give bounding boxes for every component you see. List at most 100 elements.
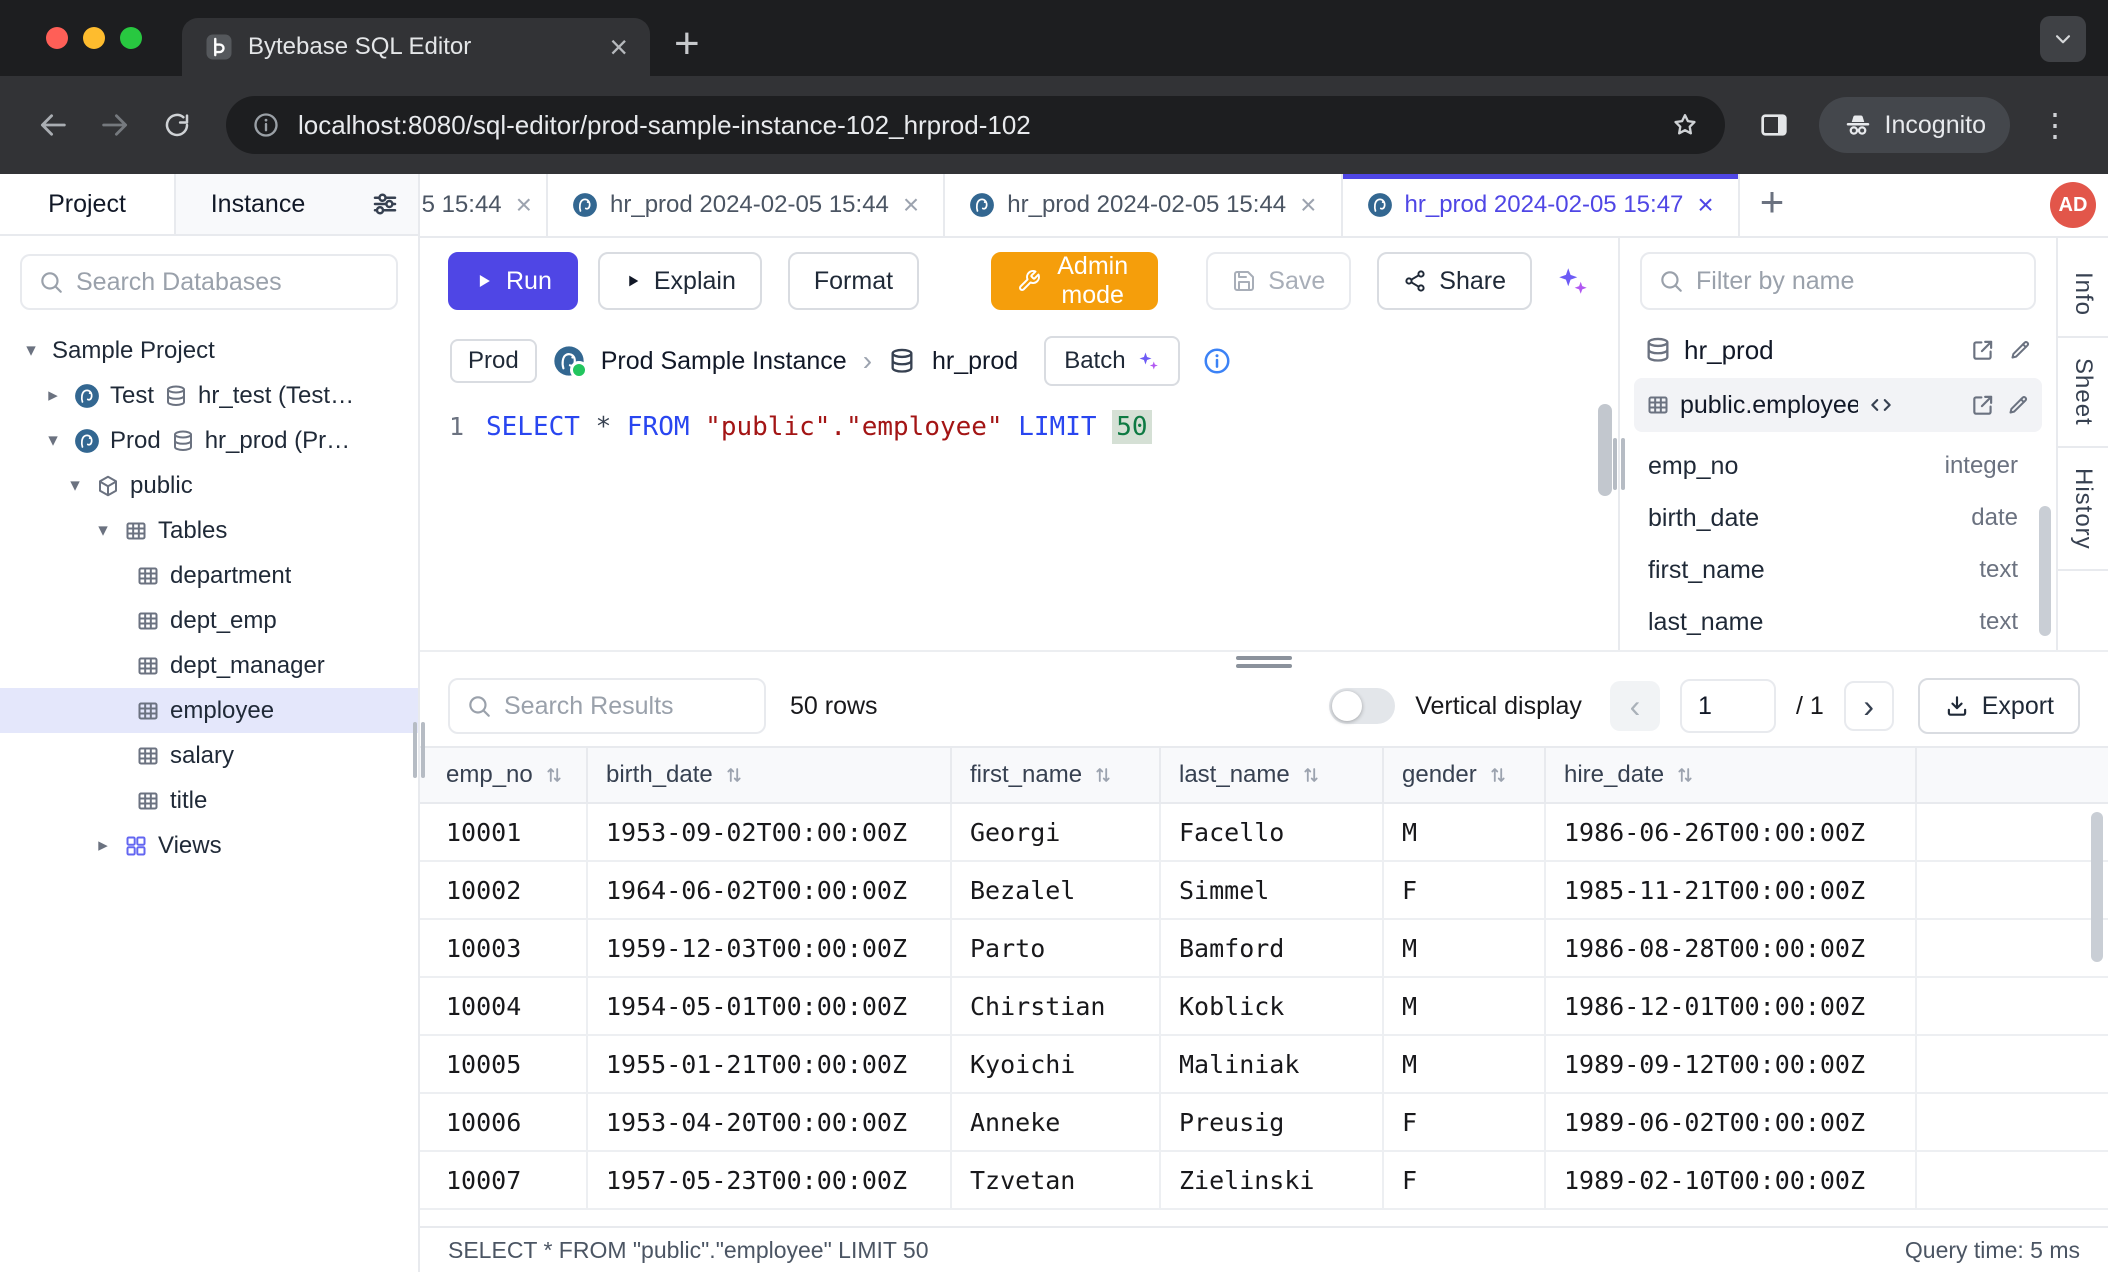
tree-item-prod[interactable]: ▾Prodhr_prod (Pr… [0, 418, 418, 463]
tree-item-department[interactable]: department [0, 553, 418, 598]
sql-editor[interactable]: 1 SELECT * FROM "public"."employee" LIMI… [420, 398, 1618, 650]
cell: Bamford [1161, 920, 1384, 976]
instance-name[interactable]: Prod Sample Instance [601, 347, 847, 376]
admin-mode-button[interactable]: Admin mode [991, 252, 1158, 310]
external-link-icon[interactable] [1970, 337, 1996, 363]
table-scrollbar[interactable] [2091, 812, 2103, 962]
page-number-field[interactable] [1680, 679, 1776, 733]
cell: Bezalel [952, 862, 1161, 918]
tree-item-sample-project[interactable]: ▾Sample Project [0, 328, 418, 373]
tab-project[interactable]: Project [0, 174, 176, 234]
new-query-tab-button[interactable]: + [1760, 181, 1785, 223]
editor-tab-2[interactable]: hr_prod 2024-02-05 15:44× [548, 174, 945, 236]
site-info-icon[interactable] [252, 111, 280, 139]
sidebar-settings-icon[interactable] [370, 189, 400, 219]
tab-instance[interactable]: Instance [176, 174, 340, 234]
filter-box[interactable] [1640, 252, 2036, 310]
editor-tab-4[interactable]: hr_prod 2024-02-05 15:47× [1343, 174, 1740, 236]
bookmark-star-icon[interactable] [1671, 111, 1699, 139]
column-row-first_name[interactable]: first_nametext [1648, 544, 2032, 596]
close-tab-icon[interactable]: × [516, 191, 532, 219]
column-header-last_name[interactable]: last_name [1161, 748, 1384, 802]
side-panel-button[interactable] [1747, 98, 1801, 152]
close-tab-icon[interactable]: × [1300, 191, 1316, 219]
save-button[interactable]: Save [1206, 252, 1351, 310]
close-tab-icon[interactable]: × [609, 31, 628, 63]
panel-table-row[interactable]: public.employee [1634, 378, 2042, 432]
tree-item-dept-manager[interactable]: dept_manager [0, 643, 418, 688]
editor-tab-3[interactable]: hr_prod 2024-02-05 15:44× [945, 174, 1342, 236]
tree-item-test[interactable]: ▸Testhr_test (Test… [0, 373, 418, 418]
edit-icon[interactable] [2008, 338, 2032, 362]
vertical-display-toggle[interactable] [1329, 688, 1395, 724]
panel-scrollbar[interactable] [2039, 506, 2051, 636]
edit-icon[interactable] [2006, 393, 2030, 417]
panel-database-row[interactable]: hr_prod [1620, 322, 2056, 378]
new-tab-button[interactable]: + [674, 22, 700, 66]
panel-database-name: hr_prod [1684, 335, 1774, 366]
panel-tab-info[interactable]: Info [2058, 252, 2108, 338]
database-search[interactable] [20, 254, 398, 310]
next-page-button[interactable]: › [1844, 681, 1894, 731]
column-row-emp_no[interactable]: emp_nointeger [1648, 440, 2032, 492]
prev-page-button[interactable]: ‹ [1610, 681, 1660, 731]
cell: F [1384, 1152, 1546, 1208]
editor-scrollbar[interactable] [1598, 404, 1612, 496]
close-tab-icon[interactable]: × [1697, 191, 1713, 219]
tab-search-button[interactable] [2040, 16, 2086, 62]
results-table: emp_nobirth_datefirst_namelast_namegende… [420, 746, 2108, 1226]
column-header-gender[interactable]: gender [1384, 748, 1546, 802]
forward-button[interactable] [88, 98, 142, 152]
close-tab-icon[interactable]: × [903, 191, 919, 219]
close-window-button[interactable] [46, 27, 68, 49]
minimize-window-button[interactable] [83, 27, 105, 49]
export-button[interactable]: Export [1918, 678, 2080, 734]
zoom-window-button[interactable] [120, 27, 142, 49]
format-button[interactable]: Format [788, 252, 919, 310]
tree-item-tables[interactable]: ▾Tables [0, 508, 418, 553]
cell: M [1384, 1036, 1546, 1092]
tree-item-employee[interactable]: employee [0, 688, 418, 733]
editor-tab-1[interactable]: 5 15:44× [420, 174, 548, 236]
explain-button[interactable]: Explain [598, 252, 762, 310]
reload-button[interactable] [150, 98, 204, 152]
external-link-icon[interactable] [1970, 392, 1996, 418]
sql-code-line: SELECT * FROM "public"."employee" LIMIT … [486, 412, 1152, 442]
browser-tab[interactable]: Bytebase SQL Editor × [182, 18, 650, 76]
url-bar[interactable]: localhost:8080/sql-editor/prod-sample-in… [226, 96, 1725, 154]
panel-tab-history[interactable]: History [2058, 448, 2108, 572]
tree-item-public[interactable]: ▾public [0, 463, 418, 508]
browser-menu-button[interactable]: ⋮ [2028, 98, 2082, 152]
column-row-birth_date[interactable]: birth_datedate [1648, 492, 2032, 544]
page-number-input[interactable] [1698, 692, 1758, 721]
column-header-first_name[interactable]: first_name [952, 748, 1161, 802]
sidebar-resize-handle[interactable] [411, 722, 427, 778]
panel-resize-handle[interactable] [1612, 438, 1626, 490]
tree-item-dept-emp[interactable]: dept_emp [0, 598, 418, 643]
save-icon [1232, 269, 1256, 293]
results-search-input[interactable] [504, 692, 748, 721]
pane-splitter[interactable] [420, 650, 2108, 666]
panel-tab-sheet[interactable]: Sheet [2058, 338, 2108, 448]
column-header-birth_date[interactable]: birth_date [588, 748, 952, 802]
column-header-hire_date[interactable]: hire_date [1546, 748, 1917, 802]
code-icon[interactable] [1868, 392, 1894, 418]
environment-badge[interactable]: Prod [450, 339, 537, 383]
ai-sparkles-icon[interactable] [1554, 263, 1590, 299]
column-row-last_name[interactable]: last_nametext [1648, 596, 2032, 648]
results-search[interactable] [448, 678, 766, 734]
tree-item-views[interactable]: ▸Views [0, 823, 418, 868]
run-button[interactable]: Run [448, 252, 578, 310]
column-header-emp_no[interactable]: emp_no [420, 748, 588, 802]
database-search-input[interactable] [76, 268, 380, 297]
filter-by-name-input[interactable] [1696, 267, 2018, 296]
back-button[interactable] [26, 98, 80, 152]
info-icon[interactable] [1202, 346, 1232, 376]
tree-item-salary[interactable]: salary [0, 733, 418, 778]
tree-item-title[interactable]: title [0, 778, 418, 823]
share-button[interactable]: Share [1377, 252, 1532, 310]
avatar[interactable]: AD [2050, 182, 2096, 228]
batch-button[interactable]: Batch [1044, 336, 1179, 386]
database-name[interactable]: hr_prod [932, 347, 1018, 376]
splitter-handle-icon[interactable] [1236, 656, 1292, 668]
